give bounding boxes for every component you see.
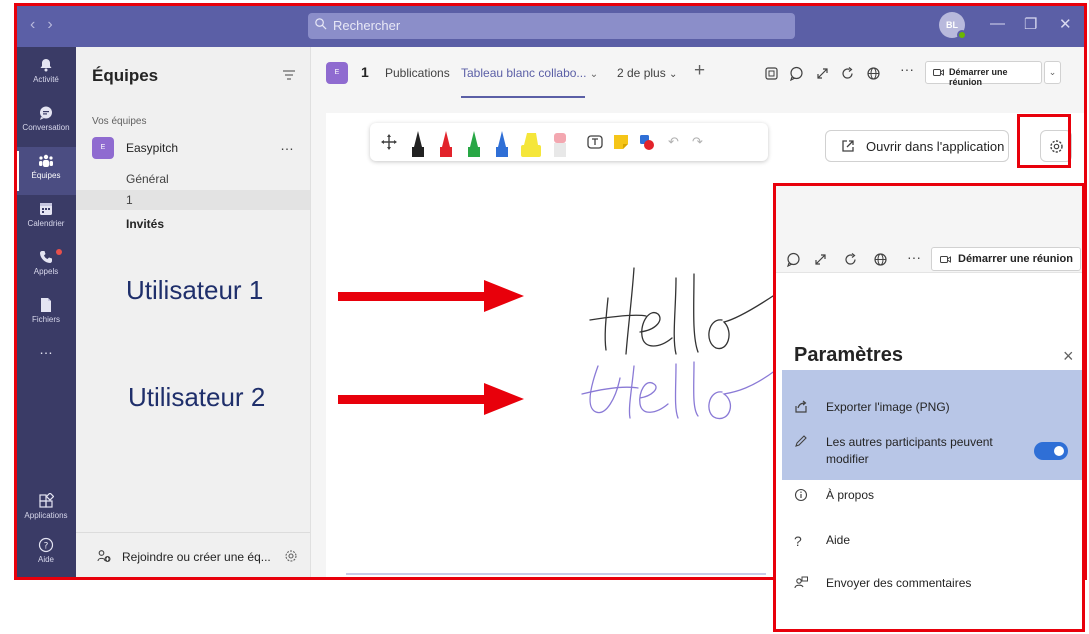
others-can-edit-label: Les autres participants peuvent modifier [826, 435, 993, 466]
export-image-label: Exporter l'image (PNG) [826, 400, 950, 414]
globe-icon[interactable] [873, 252, 888, 267]
close-settings-button[interactable]: × [1063, 346, 1074, 367]
conversation-icon[interactable] [786, 252, 801, 267]
pencil-icon [795, 435, 807, 447]
gear-highlight-frame [1017, 114, 1071, 168]
expand-icon[interactable] [813, 252, 828, 267]
about-label: À propos [826, 488, 875, 502]
info-icon [794, 488, 808, 502]
help-label: Aide [826, 533, 851, 547]
arrow-icon [338, 383, 524, 415]
more-options-button[interactable]: ··· [907, 249, 921, 265]
others-can-edit-toggle[interactable] [1034, 442, 1068, 460]
user1-annotation: Utilisateur 1 [126, 275, 264, 305]
start-meeting-button[interactable]: Démarrer une réunion [931, 247, 1081, 271]
send-feedback-label: Envoyer des commentaires [826, 576, 972, 590]
arrow-icon [338, 280, 524, 312]
settings-zoom-panel: ··· Démarrer une réunion Paramètres × Ex… [773, 183, 1085, 632]
start-meeting-label: Démarrer une réunion [958, 253, 1073, 265]
settings-title: Paramètres [794, 344, 903, 366]
export-icon [795, 400, 807, 413]
question-icon: ? [794, 533, 802, 549]
video-icon [940, 256, 951, 263]
screenshot-stage: ‹› Rechercher BL — ❐ ✕ Activité Conversa… [0, 0, 1089, 634]
user2-annotation: Utilisateur 2 [128, 382, 266, 412]
feedback-icon [794, 576, 808, 589]
zoom-header-strip: ··· Démarrer une réunion [776, 186, 1082, 273]
refresh-icon[interactable] [843, 252, 858, 267]
